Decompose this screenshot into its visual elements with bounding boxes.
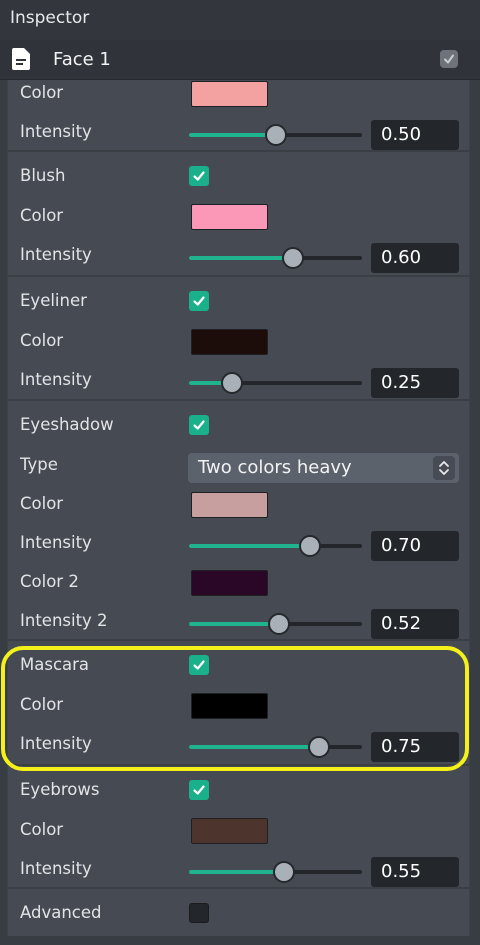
eyeshadow-color-swatch[interactable] — [191, 570, 268, 596]
object-name: Face 1 — [53, 49, 111, 70]
partial-top-intensity-field[interactable]: 0.50 — [371, 120, 459, 150]
slider-fill — [189, 133, 276, 137]
object-enabled-checkbox[interactable] — [440, 50, 458, 68]
eyebrows-intensity-slider[interactable] — [189, 861, 362, 883]
inspector-panel: Color Intensity 0.50 Blush Color Intensity 0.6… — [7, 80, 470, 936]
eyeliner-color-swatch[interactable] — [191, 329, 268, 355]
slider-fill — [189, 622, 279, 626]
section-advanced: Advanced — [8, 889, 469, 936]
mascara-title: Mascara — [20, 655, 90, 674]
eyebrows-enabled-checkbox[interactable] — [189, 780, 209, 800]
eyeliner-intensity-slider[interactable] — [189, 372, 362, 394]
eyeshadow-color-label: Color — [20, 494, 64, 513]
eyeliner-color-label: Color — [20, 331, 64, 350]
eyeshadow-enabled-checkbox[interactable] — [189, 415, 209, 435]
slider-thumb[interactable] — [307, 736, 330, 758]
check-icon — [193, 785, 205, 795]
eyeliner-intensity-field[interactable]: 0.25 — [371, 368, 459, 398]
mascara-color-swatch[interactable] — [191, 693, 268, 719]
advanced-enabled-checkbox[interactable] — [189, 903, 209, 923]
eyeliner-intensity-label: Intensity — [20, 370, 92, 389]
mascara-intensity-slider[interactable] — [189, 736, 362, 758]
select-value: Two colors heavy — [198, 457, 352, 478]
section-eyeshadow: Eyeshadow Type Two colors heavy Color Intens… — [8, 401, 469, 641]
eyebrows-title: Eyebrows — [20, 780, 100, 799]
section-eyeliner: Eyeliner Color Intensity 0.25 — [8, 277, 469, 401]
eyeshadow-intensity-slider[interactable] — [189, 535, 362, 557]
eyeshadow-title: Eyeshadow — [20, 415, 114, 434]
slider-thumb[interactable] — [267, 613, 290, 635]
eyeshadow-type-select[interactable]: Two colors heavy — [188, 453, 459, 483]
inspector-title: Inspector — [10, 8, 90, 28]
check-icon — [444, 54, 454, 64]
blush-color-swatch[interactable] — [191, 204, 268, 230]
eyeshadow-color-2-label: Color 2 — [20, 572, 79, 591]
eyeshadow-color-swatch[interactable] — [191, 492, 268, 518]
eyebrows-intensity-label: Intensity — [20, 859, 92, 878]
slider-thumb[interactable] — [273, 861, 296, 883]
blush-enabled-checkbox[interactable] — [189, 166, 209, 186]
partial-top-color-swatch[interactable] — [191, 81, 268, 107]
check-icon — [193, 296, 205, 306]
slider-fill — [189, 745, 319, 749]
eyeshadow-intensity-2-label: Intensity 2 — [20, 611, 108, 630]
eyeshadow-type-label: Type — [20, 455, 58, 474]
check-icon — [193, 420, 205, 430]
inspector-title-bar: Inspector — [0, 0, 480, 40]
blush-intensity-slider[interactable] — [189, 247, 362, 269]
slider-fill — [189, 256, 293, 260]
check-icon — [193, 171, 205, 181]
blush-intensity-label: Intensity — [20, 245, 92, 264]
slider-fill — [189, 870, 285, 874]
section-mascara: Mascara Color Intensity 0.75 — [8, 641, 469, 766]
eyeshadow-intensity-slider[interactable] — [189, 613, 362, 635]
mascara-color-label: Color — [20, 695, 64, 714]
chevron-updown-icon — [433, 456, 455, 480]
advanced-title: Advanced — [20, 903, 102, 922]
partial-top-color-label: Color — [20, 83, 64, 102]
file-icon — [12, 48, 30, 70]
eyeshadow-intensity-label: Intensity — [20, 533, 92, 552]
blush-intensity-field[interactable]: 0.60 — [371, 243, 459, 273]
eyeshadow-intensity-field[interactable]: 0.70 — [371, 531, 459, 561]
section-partial-top: Color Intensity 0.50 — [8, 80, 469, 152]
partial-top-intensity-label: Intensity — [20, 122, 92, 141]
section-blush: Blush Color Intensity 0.60 — [8, 152, 469, 277]
mascara-intensity-field[interactable]: 0.75 — [371, 732, 459, 762]
section-eyebrows: Eyebrows Color Intensity 0.55 — [8, 766, 469, 889]
slider-thumb[interactable] — [264, 124, 287, 146]
partial-top-intensity-slider[interactable] — [189, 124, 362, 146]
blush-title: Blush — [20, 166, 66, 185]
mascara-enabled-checkbox[interactable] — [189, 655, 209, 675]
mascara-intensity-label: Intensity — [20, 734, 92, 753]
eyebrows-color-label: Color — [20, 820, 64, 839]
eyeliner-enabled-checkbox[interactable] — [189, 291, 209, 311]
blush-color-label: Color — [20, 206, 64, 225]
eyebrows-intensity-field[interactable]: 0.55 — [371, 857, 459, 887]
eyebrows-color-swatch[interactable] — [191, 818, 268, 844]
slider-thumb[interactable] — [299, 535, 322, 557]
eyeshadow-intensity-field[interactable]: 0.52 — [371, 609, 459, 639]
eyeliner-title: Eyeliner — [20, 291, 87, 310]
check-icon — [193, 660, 205, 670]
slider-fill — [189, 544, 311, 548]
slider-thumb[interactable] — [221, 372, 244, 394]
slider-thumb[interactable] — [281, 247, 304, 269]
